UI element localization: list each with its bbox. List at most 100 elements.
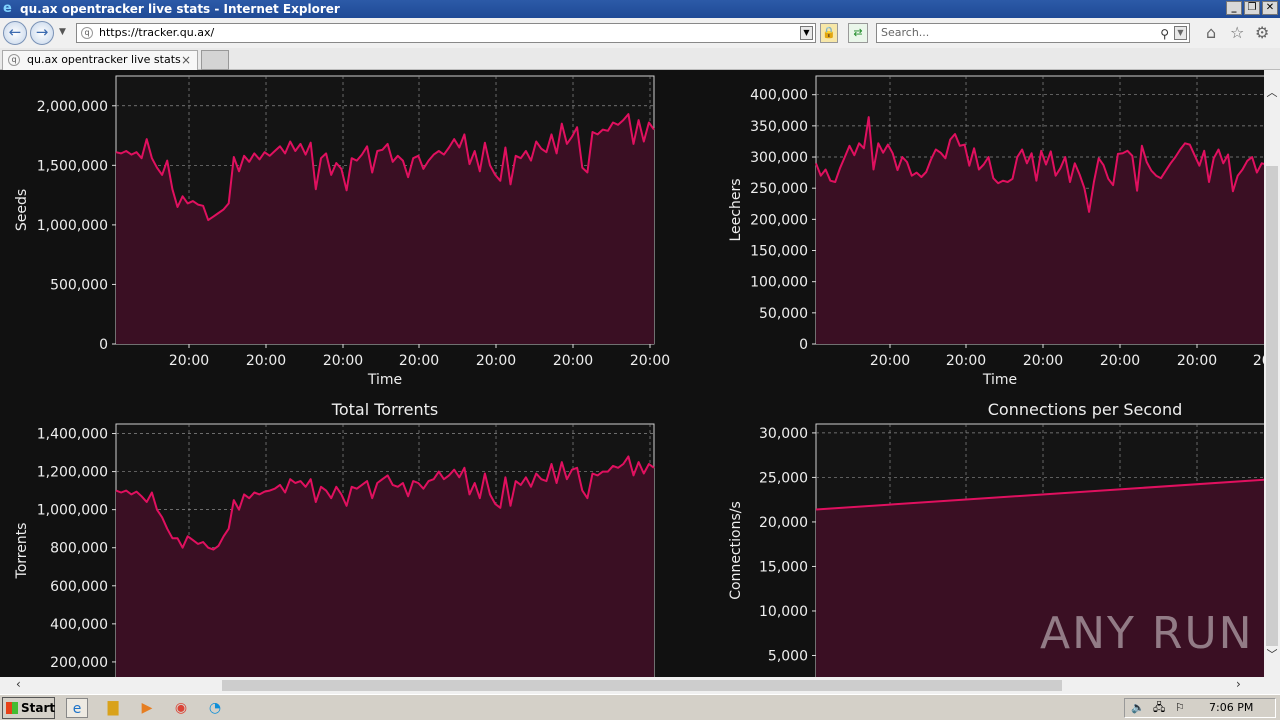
forward-button[interactable]: → [30,21,54,45]
seeds-xtick-label: 20:00 [476,353,516,369]
leechers-ytick-label: 100,000 [750,275,808,291]
seeds-xtick-label: 20:00 [553,353,593,369]
favorites-star-icon[interactable]: ☆ [1230,25,1244,41]
leechers-ytick-label: 350,000 [750,119,808,135]
search-icon[interactable]: ⚲ [1160,25,1169,43]
tab-label: qu.ax opentracker live stats [27,53,181,66]
address-url: https://tracker.qu.ax/ [99,26,215,39]
new-tab-button[interactable] [201,50,229,70]
scroll-up-arrow-icon[interactable]: ︿ [1264,84,1280,100]
connections-y-axis-label: Connections/s [728,501,744,600]
horizontal-scroll-thumb[interactable] [222,680,1062,691]
leechers-xtick-label: 20:00 [870,353,910,369]
torrents-ytick-label: 400,000 [50,617,108,633]
scroll-down-arrow-icon[interactable]: ﹀ [1264,646,1280,662]
seeds-xtick-label: 20:00 [399,353,439,369]
taskbar-edge-icon[interactable]: ◔ [204,698,226,718]
leechers-ytick-label: 400,000 [750,88,808,104]
seeds-xtick-label: 20:00 [630,353,670,369]
leechers-y-axis-label: Leechers [728,178,744,241]
leechers-ytick-label: 150,000 [750,244,808,260]
close-window-button[interactable]: ✕ [1262,1,1278,15]
seeds-y-axis-label: Seeds [14,189,30,231]
torrents-ytick-label: 600,000 [50,579,108,595]
leechers-xtick-label: 20:00 [946,353,986,369]
seeds-ytick-label: 2,000,000 [37,99,108,115]
start-button[interactable]: Start [2,697,55,719]
seeds-x-axis-label: Time [367,372,402,388]
leechers-ytick-label: 50,000 [759,306,808,322]
address-bar[interactable]: q https://tracker.qu.ax/ ▼ [76,23,816,43]
search-placeholder: Search... [881,26,930,39]
seeds-xtick-label: 20:00 [246,353,286,369]
tab-stats[interactable]: q qu.ax opentracker live stats × [2,50,198,70]
search-dropdown-button[interactable]: ▼ [1174,26,1187,40]
taskbar-chrome-icon[interactable]: ◉ [170,698,192,718]
home-icon[interactable]: ⌂ [1206,25,1216,41]
taskbar-ie-icon[interactable]: e [66,698,88,718]
seeds-ytick-label: 1,500,000 [37,158,108,174]
tab-favicon-icon: q [8,54,20,66]
leechers-ytick-label: 300,000 [750,150,808,166]
connections-ytick-label: 10,000 [759,604,808,620]
search-input[interactable]: Search... ⚲ ▼ [876,23,1190,43]
leechers-xtick-label: 20:00 [1023,353,1063,369]
torrents-y-axis-label: Torrents [14,523,30,580]
back-button[interactable]: ← [3,21,27,45]
leechers-xtick-label: 20:00 [1100,353,1140,369]
seeds-ytick-label: 1,000,000 [37,218,108,234]
leechers-xtick-label: 20:00 [1253,353,1264,369]
connections-ytick-label: 25,000 [759,470,808,486]
connections-ytick-label: 20,000 [759,515,808,531]
torrents-ytick-label: 1,000,000 [37,503,108,519]
leechers-ytick-label: 0 [799,337,808,353]
seeds-xtick-label: 20:00 [323,353,363,369]
leechers-x-axis-label: Time [982,372,1017,388]
site-favicon-icon: q [81,27,93,39]
settings-gear-icon[interactable]: ⚙ [1255,25,1269,41]
scroll-left-arrow-icon[interactable]: ‹ [16,677,21,691]
connections-ytick-label: 15,000 [759,559,808,575]
network-icon[interactable]: 🖧 [1153,699,1165,717]
page-content: 0 500,000 1,000,000 1,500,000 2,000,000 20:00… [0,70,1264,677]
minimize-button[interactable]: _ [1226,1,1242,15]
clock[interactable]: 7:06 PM [1209,699,1253,717]
vertical-scroll-thumb[interactable] [1266,166,1278,646]
torrents-ytick-label: 1,200,000 [37,465,108,481]
leechers-xtick-label: 20:00 [1177,353,1217,369]
restore-button[interactable]: ❐ [1244,1,1260,15]
scroll-right-arrow-icon[interactable]: › [1236,677,1241,691]
leechers-ytick-label: 200,000 [750,212,808,228]
connections-chart-title: Connections per Second [987,400,1183,419]
torrents-chart-title: Total Torrents [331,400,439,419]
tab-bar: q qu.ax opentracker live stats × [0,48,1280,70]
seeds-xtick-label: 20:00 [169,353,209,369]
navigation-bar: ← → ▼ q https://tracker.qu.ax/ ▼ 🔒 ⇄ Sea… [0,18,1280,48]
torrents-ytick-label: 1,400,000 [37,427,108,443]
stats-charts: 0 500,000 1,000,000 1,500,000 2,000,000 20:00… [14,75,1264,677]
start-label: Start [21,701,56,715]
vertical-scrollbar[interactable]: ︿ ﹀ [1264,70,1280,677]
close-tab-icon[interactable]: × [181,51,191,69]
taskbar-media-player-icon[interactable]: ▶ [136,698,158,718]
action-center-flag-icon[interactable]: ⚐ [1175,699,1185,717]
address-dropdown-button[interactable]: ▼ [800,26,813,40]
torrents-ytick-label: 800,000 [50,541,108,557]
connections-ytick-label: 30,000 [759,426,808,442]
security-lock-icon[interactable]: 🔒 [820,23,838,43]
window-title: qu.ax opentracker live stats - Internet … [20,2,340,16]
history-dropdown-icon[interactable]: ▼ [59,27,66,37]
anyrun-watermark: ANY RUN [1040,608,1254,659]
system-tray: 🔈 🖧 ⚐ 7:06 PM [1124,698,1276,718]
window-titlebar: e qu.ax opentracker live stats - Interne… [0,0,1280,18]
internet-explorer-icon: e [3,1,12,16]
leechers-ytick-label: 250,000 [750,181,808,197]
refresh-button[interactable]: ⇄ [848,23,868,43]
taskbar-explorer-folder-icon[interactable]: ▇ [102,698,124,718]
horizontal-scrollbar[interactable]: ‹ › [0,677,1280,694]
volume-icon[interactable]: 🔈 [1131,699,1145,717]
windows-flag-icon [6,702,18,714]
windows-taskbar: Start e ▇ ▶ ◉ ◔ 🔈 🖧 ⚐ 7:06 PM [0,694,1280,720]
seeds-ytick-label: 500,000 [50,277,108,293]
connections-ytick-label: 5,000 [768,648,808,664]
